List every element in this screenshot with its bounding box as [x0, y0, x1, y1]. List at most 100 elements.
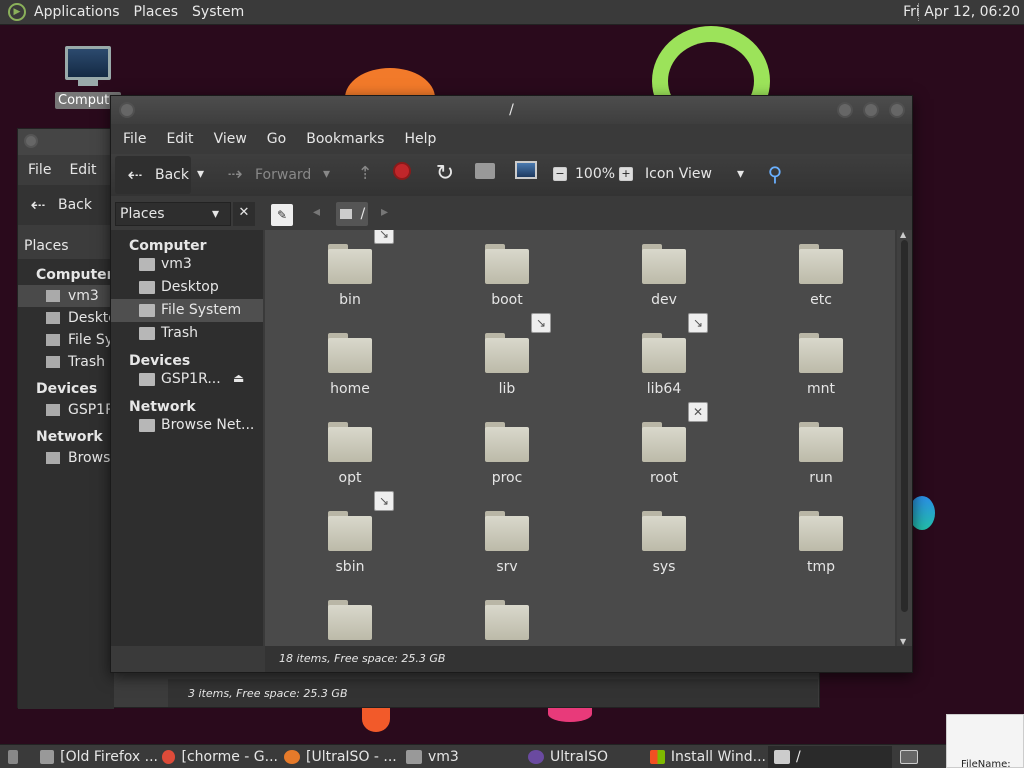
menu-file[interactable]: File	[28, 162, 51, 178]
file-item[interactable]: opt	[295, 422, 405, 486]
computer-button[interactable]	[515, 161, 537, 179]
close-sidebar-button[interactable]: ✕	[233, 202, 255, 226]
scrollbar[interactable]: ▲ ▼	[897, 230, 912, 646]
file-item[interactable]: etc	[766, 244, 876, 308]
task-install-windows[interactable]: Install Wind...	[644, 746, 766, 768]
partial-dialog[interactable]: FileName:	[946, 714, 1024, 768]
file-item[interactable]: ✕ root	[609, 402, 719, 486]
menu-go[interactable]: Go	[267, 131, 286, 147]
scroll-down-icon[interactable]: ▼	[900, 637, 906, 646]
menu-file[interactable]: File	[123, 131, 146, 147]
window-menu-icon[interactable]	[119, 102, 135, 118]
sidebar-item-desktop[interactable]: Desktop	[18, 307, 114, 329]
task-root-folder[interactable]: /	[768, 746, 892, 768]
task-ultraiso-2[interactable]: UltraISO	[522, 746, 644, 768]
trash-icon	[139, 327, 155, 340]
file-item[interactable]: ↘ lib64	[609, 313, 719, 397]
sidebar-item-desktop[interactable]: Desktop	[111, 276, 263, 299]
clock[interactable]: Fri Apr 12, 06:20	[903, 4, 1020, 20]
folder-icon	[799, 422, 843, 462]
back-button[interactable]: Back	[58, 197, 92, 213]
folder-icon	[485, 422, 529, 462]
path-scroll-right-button[interactable]: ▸	[381, 204, 388, 220]
menu-applications[interactable]: Applications	[34, 4, 120, 20]
file-item-label: proc	[491, 470, 523, 486]
file-item[interactable]: tmp	[766, 511, 876, 575]
file-item[interactable]: ↘ sbin	[295, 491, 405, 575]
file-item[interactable]: run	[766, 422, 876, 486]
places-dropdown[interactable]: Places ▾	[115, 202, 231, 226]
file-item[interactable]: boot	[452, 244, 562, 308]
file-item[interactable]: home	[295, 333, 405, 397]
menu-system[interactable]: System	[192, 4, 244, 20]
menu-edit[interactable]: Edit	[166, 131, 193, 147]
path-scroll-left-button[interactable]: ◂	[313, 204, 320, 220]
sidebar-item-device[interactable]: GSP1R... ⏏	[111, 368, 263, 391]
sidebar-item-filesystem[interactable]: File System	[18, 329, 114, 351]
places-dropdown[interactable]: Places	[18, 233, 114, 259]
workspace-switcher[interactable]	[894, 746, 924, 768]
close-button[interactable]	[889, 102, 905, 118]
sidebar-item-trash[interactable]: Trash	[111, 322, 263, 345]
file-manager-window[interactable]: / File Edit View Go Bookmarks Help ⇠ Bac…	[110, 95, 913, 673]
up-button[interactable]: ⇡	[353, 163, 377, 184]
back-label: Back	[155, 167, 189, 183]
back-button[interactable]: ⇠ Back	[115, 156, 191, 194]
show-desktop-button[interactable]	[2, 746, 24, 768]
eject-icon[interactable]: ⏏	[233, 371, 244, 385]
minimize-button[interactable]	[837, 102, 853, 118]
window-menu-icon[interactable]	[24, 134, 38, 148]
task-ultraiso-1[interactable]: [UltraISO - ...	[278, 746, 400, 768]
back-history-dropdown[interactable]: ▾	[197, 166, 204, 182]
home-button[interactable]	[475, 163, 495, 179]
file-item[interactable]: ↘ bin	[295, 230, 405, 308]
stop-button[interactable]	[393, 162, 411, 180]
top-panel: ▶ Applications Places System Fri Apr 12,…	[0, 0, 1024, 25]
scrollbar-thumb[interactable]	[901, 240, 908, 612]
sidebar-item-vm3[interactable]: vm3	[18, 285, 114, 307]
file-item[interactable]	[295, 600, 405, 646]
file-item[interactable]: dev	[609, 244, 719, 308]
zoom-out-button[interactable]: −	[553, 167, 567, 181]
maximize-button[interactable]	[863, 102, 879, 118]
trash-icon	[46, 356, 60, 368]
sidebar-item-browse-network[interactable]: Browse Network	[18, 447, 114, 469]
file-view[interactable]: ↘ bin boot dev etc home ↘ lib ↘ lib64 mnt opt proc ✕ r…	[265, 230, 895, 646]
search-button[interactable]: ⚲	[763, 162, 787, 186]
forward-button[interactable]: ⇢ Forward	[223, 164, 311, 185]
scroll-up-icon[interactable]: ▲	[900, 230, 906, 239]
folder-icon	[799, 333, 843, 373]
menu-view[interactable]: View	[214, 131, 247, 147]
file-item[interactable]: srv	[452, 511, 562, 575]
file-item[interactable]	[452, 600, 562, 646]
view-mode-select[interactable]: Icon View ▾	[645, 166, 751, 182]
chevron-down-icon: ▾	[212, 206, 220, 222]
menu-bookmarks[interactable]: Bookmarks	[306, 131, 384, 147]
sidebar-item-browse-network[interactable]: Browse Net...	[111, 414, 263, 437]
window-titlebar[interactable]: /	[111, 96, 912, 124]
edit-location-button[interactable]: ✎	[271, 204, 293, 226]
sidebar-item-vm3[interactable]: vm3	[111, 253, 263, 276]
task-old-firefox[interactable]: [Old Firefox ...	[34, 746, 158, 768]
reload-button[interactable]: ↻	[433, 161, 457, 186]
forward-history-dropdown[interactable]: ▾	[323, 166, 330, 182]
file-item[interactable]: proc	[452, 422, 562, 486]
menu-help[interactable]: Help	[404, 131, 436, 147]
sidebar-item-filesystem[interactable]: File System	[111, 299, 263, 322]
path-segment-root[interactable]: /	[336, 202, 368, 226]
sidebar-item-trash[interactable]: Trash	[18, 351, 114, 373]
file-item[interactable]: mnt	[766, 333, 876, 397]
desktop-icon	[8, 750, 18, 764]
zoom-in-button[interactable]: +	[619, 167, 633, 181]
task-vm3[interactable]: vm3	[400, 746, 522, 768]
chrome-icon	[162, 750, 176, 764]
file-item[interactable]: sys	[609, 511, 719, 575]
sidebar-item-device[interactable]: GSP1R...	[18, 399, 114, 421]
file-item[interactable]: ↘ lib	[452, 313, 562, 397]
status-bar: 18 items, Free space: 25.3 GB	[265, 646, 912, 672]
menu-places[interactable]: Places	[134, 4, 179, 20]
task-chrome[interactable]: [chorme - G...	[156, 746, 278, 768]
drive-icon	[46, 334, 60, 346]
distro-logo-icon[interactable]: ▶	[8, 3, 26, 21]
menu-edit[interactable]: Edit	[69, 162, 96, 178]
